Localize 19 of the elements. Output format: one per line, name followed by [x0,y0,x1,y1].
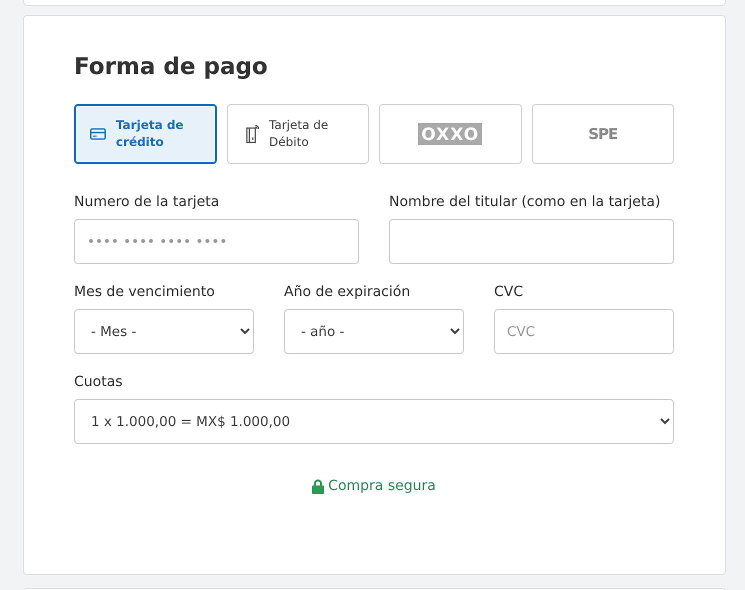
input-field[interactable]: •••• •••• •••• •••• [74,219,359,264]
dropdown[interactable]: - Mes - [74,309,254,354]
payment-method-option[interactable]: Tarjeta de Débito [226,104,369,164]
credit-card-icon [90,125,106,143]
dropdown[interactable]: - año - [284,309,464,354]
input-field[interactable] [389,219,674,264]
payment-method-option[interactable]: Tarjeta de crédito [74,104,216,164]
secure-purchase-text: Compra segura [328,478,436,494]
field-label: CVC [494,284,524,300]
field-label: Numero de la tarjeta [74,194,220,210]
field-label: Nombre del titular (como en la tarjeta) [389,194,662,210]
field-label: Año de expiración [284,284,412,300]
dropdown[interactable]: 1 x 1.000,00 = MX$ 1.000,00 [74,399,674,444]
card-reader-icon [246,123,260,145]
input-field[interactable]: CVC [494,309,674,354]
field-label: Mes de vencimiento [74,284,216,300]
field-label: Cuotas [74,374,124,390]
section-title: Forma de pago [74,54,269,80]
lock-icon [312,478,324,494]
